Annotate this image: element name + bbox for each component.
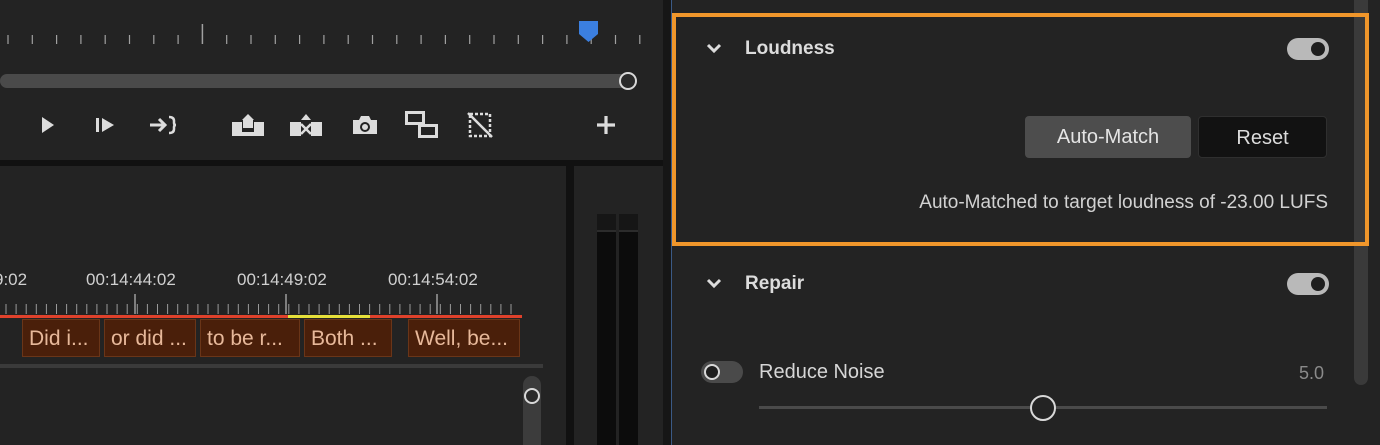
timecode-label: 00:14:54:02 [388,270,478,289]
play-icon[interactable] [30,108,64,142]
caption-clip[interactable]: Both ... [304,319,392,357]
timeline-vertical-scrollbar[interactable] [523,376,541,445]
repair-section-title[interactable]: Repair [745,273,804,295]
repair-toggle[interactable] [1287,273,1329,295]
peak-indicator-left[interactable] [597,214,616,232]
monitor-time-ruler[interactable] [0,0,663,60]
reduce-noise-label: Reduce Noise [759,361,885,383]
render-status-bar [288,315,370,318]
step-forward-icon[interactable] [88,108,122,142]
caption-clip[interactable]: Did i... [22,319,100,357]
camera-icon[interactable] [348,108,382,142]
toggle-knob [704,364,720,380]
timecode-label: 9:02 [0,270,28,289]
timecode-label: 00:14:44:02 [86,270,176,289]
add-button-icon[interactable] [589,108,623,142]
timeline-scroll-handle[interactable] [524,388,540,404]
track-divider [0,364,543,368]
reduce-noise-slider-thumb[interactable] [1030,395,1056,421]
render-status-bar [370,315,522,318]
panel-divider[interactable] [663,0,671,445]
step-back-icon[interactable] [0,108,14,142]
lift-icon[interactable] [231,108,265,142]
caption-clip[interactable]: or did ... [104,319,196,357]
monitor-zoom-scrollbar[interactable] [0,74,630,88]
caption-clip[interactable]: Well, be... [408,319,520,357]
reduce-noise-value[interactable]: 5.0 [1260,363,1324,384]
monitor-zoom-handle[interactable] [619,72,637,90]
audio-meter-left [597,214,616,445]
go-to-out-icon[interactable] [146,108,180,142]
proxy-toggle-icon[interactable] [463,108,497,142]
reduce-noise-toggle[interactable] [701,361,743,383]
loudness-highlight-box [672,13,1369,246]
peak-indicator-right[interactable] [619,214,638,232]
extract-icon[interactable] [289,108,323,142]
audio-meter-right [619,214,638,445]
toggle-knob [1311,277,1325,291]
comparison-view-icon[interactable] [404,108,438,142]
panel-divider[interactable] [566,166,574,445]
caption-clip[interactable]: to be r... [200,319,300,357]
render-status-bar [0,315,288,318]
timecode-label: 00:14:49:02 [237,270,327,289]
playhead-marker[interactable] [578,20,600,51]
chevron-down-icon[interactable] [706,276,722,292]
